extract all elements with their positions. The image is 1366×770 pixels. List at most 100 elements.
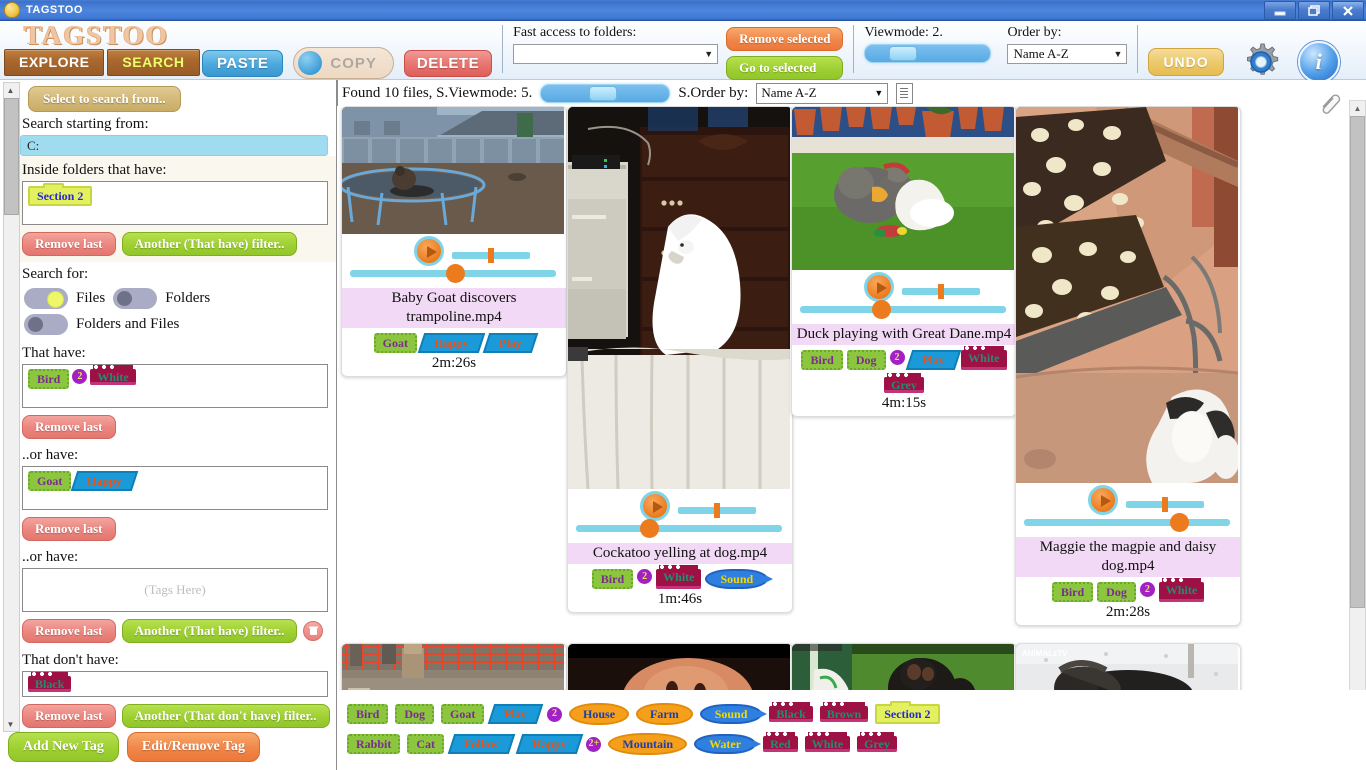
tag-chip[interactable]: Brown [819, 702, 869, 722]
that-have-remove-last-button[interactable]: Remove last [22, 415, 116, 439]
viewmode-slider[interactable] [864, 44, 992, 63]
tag-chip[interactable]: Happy [417, 333, 485, 353]
seek-slider-knob[interactable] [640, 519, 659, 538]
tag-chip[interactable]: White [90, 365, 136, 385]
inside-another-filter-button[interactable]: Another (That have) filter.. [121, 232, 298, 256]
results-order-by-select[interactable]: Name A-Z ▼ [756, 82, 889, 104]
tag-chip[interactable]: 2+ [586, 736, 602, 752]
tag-chip[interactable]: Goat [441, 704, 485, 724]
tag-chip[interactable]: Happy [71, 471, 139, 491]
tag-chip[interactable]: Follow [447, 734, 515, 754]
or-have-1-remove-last-button[interactable]: Remove last [22, 517, 116, 541]
tag-chip[interactable]: Bird [591, 569, 634, 589]
seek-slider-knob[interactable] [872, 300, 891, 319]
result-card[interactable]: Cockatoo yelling at dog.mp4 Bird 2 White So… [567, 106, 793, 613]
tab-search[interactable]: SEARCH [107, 49, 200, 76]
or-have-2-remove-last-button[interactable]: Remove last [22, 619, 116, 643]
or-have-2-another-filter-button[interactable]: Another (That have) filter.. [121, 619, 298, 643]
remove-selected-button[interactable]: Remove selected [726, 27, 844, 51]
toggle-folders-and-files[interactable] [24, 314, 68, 335]
video-thumbnail[interactable] [568, 107, 790, 489]
tag-chip[interactable]: Grey [884, 373, 924, 393]
tag-chip[interactable]: Dog [1097, 582, 1136, 602]
play-button[interactable] [414, 236, 444, 266]
tag-chip[interactable]: Bird [28, 369, 70, 389]
video-thumbnail[interactable] [1016, 107, 1238, 483]
attachment-clip-icon[interactable] [1318, 90, 1344, 116]
tag-chip[interactable]: Water [694, 734, 762, 754]
tag-chip[interactable]: 2 [1139, 582, 1155, 597]
seek-slider-knob[interactable] [1170, 513, 1189, 532]
video-thumbnail[interactable] [792, 107, 1014, 270]
results-viewmode-slider-thumb[interactable] [589, 85, 618, 101]
video-player-controls[interactable] [792, 270, 1016, 324]
tag-chip[interactable]: Play [488, 704, 544, 724]
scroll-up-icon[interactable]: ▲ [4, 83, 17, 97]
tag-chip[interactable]: Bird [801, 350, 843, 370]
inside-remove-last-button[interactable]: Remove last [22, 232, 116, 256]
seek-slider-knob[interactable] [446, 264, 465, 283]
tag-chip[interactable]: Mountain [608, 733, 688, 755]
tag-chip[interactable]: Dog [846, 350, 886, 370]
seek-slider[interactable] [576, 525, 782, 532]
tab-explore[interactable]: EXPLORE [4, 49, 105, 76]
tag-palette-row[interactable]: Bird Dog Goat Play 2 House Farm Sound Black Brown… [347, 701, 940, 725]
seek-slider[interactable] [1024, 519, 1230, 526]
volume-slider-knob[interactable] [1162, 497, 1168, 512]
tag-chip[interactable]: White [656, 565, 702, 589]
tag-chip[interactable]: White [1158, 578, 1205, 602]
go-to-selected-button[interactable]: Go to selected [726, 56, 844, 80]
copy-toggle-button[interactable]: COPY [293, 47, 394, 79]
scroll-down-icon[interactable]: ▼ [4, 717, 17, 731]
inside-folders-tagbox[interactable]: Section 2 [22, 181, 328, 225]
seek-slider[interactable] [800, 306, 1006, 313]
video-tags[interactable]: Bird Dog 2 White [1016, 577, 1240, 604]
sidebar-scrollbar[interactable]: ▲ ▼ [3, 82, 20, 732]
tag-chip[interactable]: House [569, 703, 630, 725]
list-view-icon[interactable] [896, 82, 914, 104]
video-player-controls[interactable] [1016, 483, 1240, 537]
sidebar-scroll-thumb[interactable] [4, 98, 19, 215]
close-button[interactable] [1332, 1, 1364, 20]
tag-chip[interactable]: White [804, 732, 851, 752]
volume-slider-knob[interactable] [714, 503, 720, 518]
results-scrollbar[interactable]: ▲ [1349, 100, 1366, 692]
dont-another-filter-button[interactable]: Another (That don't have) filter.. [121, 704, 330, 728]
tag-chip[interactable]: Farm [636, 703, 693, 725]
play-button[interactable] [1088, 485, 1118, 515]
tag-chip[interactable]: Black [28, 672, 72, 692]
tag-chip[interactable]: Bird [347, 704, 389, 724]
dont-remove-last-button[interactable]: Remove last [22, 704, 116, 728]
viewmode-slider-thumb[interactable] [889, 46, 918, 61]
tag-palette-row[interactable]: Rabbit Cat Follow Happy 2+ Mountain Water Red Wh… [347, 732, 940, 755]
tag-chip[interactable]: 2 [889, 350, 905, 365]
toggle-folders[interactable] [113, 288, 158, 309]
tag-chip[interactable]: Rabbit [347, 734, 401, 754]
tag-chip[interactable]: 2 [72, 369, 88, 384]
video-tags[interactable]: Bird 2 White Sound [568, 564, 792, 591]
tag-chip[interactable]: Happy [515, 734, 583, 754]
result-card[interactable]: Baby Goat discovers trampoline.mp4 Goat H… [341, 106, 567, 377]
fast-access-select[interactable]: ▼ [513, 44, 719, 64]
results-viewmode-slider[interactable] [540, 83, 671, 103]
tag-chip[interactable]: Dog [395, 704, 435, 724]
tag-chip[interactable]: White [961, 346, 1007, 370]
tag-chip[interactable]: 2 [637, 569, 653, 584]
scroll-up-icon[interactable]: ▲ [1350, 101, 1365, 115]
tag-chip[interactable]: Sound [699, 704, 768, 724]
video-tags[interactable]: Goat Happy Play [342, 328, 566, 355]
tag-chip[interactable]: Black [769, 702, 813, 722]
toggle-files[interactable] [24, 288, 68, 309]
gear-icon[interactable] [1240, 41, 1282, 83]
or-have-2-tagbox[interactable]: (Tags Here) [22, 568, 328, 612]
play-button[interactable] [640, 491, 670, 521]
that-have-tagbox[interactable]: Bird 2 White [22, 364, 328, 408]
tag-chip[interactable]: Section 2 [28, 183, 93, 206]
tag-chip[interactable]: Cat [407, 734, 445, 754]
results-scroll-thumb[interactable] [1350, 116, 1365, 608]
order-by-select[interactable]: Name A-Z ▼ [1007, 44, 1128, 64]
undo-button[interactable]: UNDO [1148, 48, 1224, 76]
trash-icon[interactable] [303, 621, 324, 641]
delete-button[interactable]: DELETE [403, 49, 493, 77]
volume-slider-knob[interactable] [488, 248, 494, 263]
